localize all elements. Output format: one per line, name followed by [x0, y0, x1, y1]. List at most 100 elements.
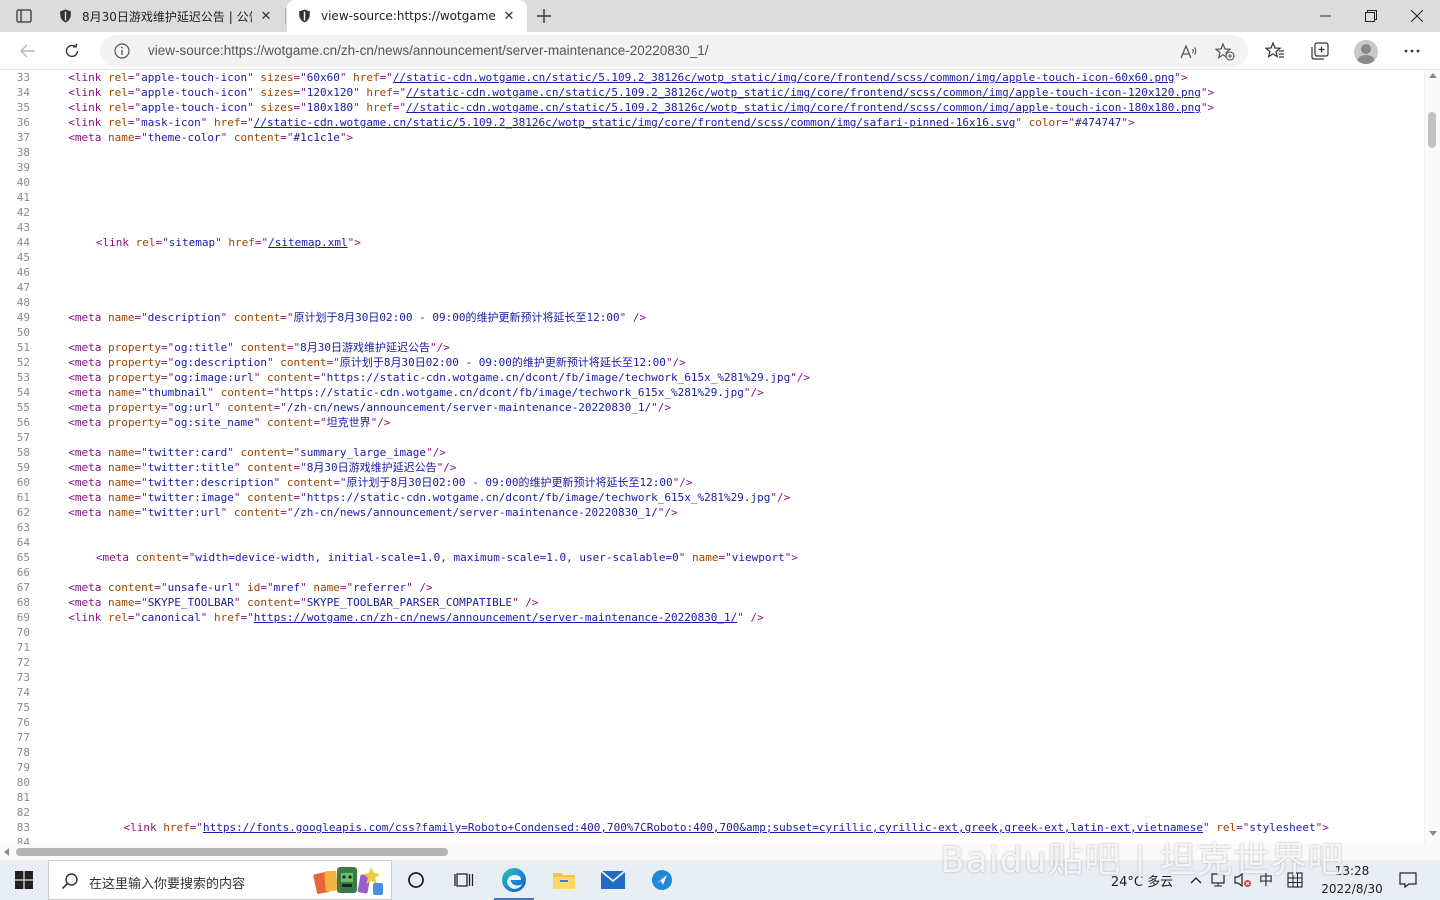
tag-token: "	[1203, 821, 1217, 834]
new-tab-icon[interactable]	[531, 4, 557, 28]
attr-name-token: content	[247, 491, 294, 504]
attr-name-token: rel	[1216, 821, 1237, 834]
scroll-left-icon[interactable]	[4, 848, 9, 856]
line-number: 39	[16, 161, 30, 174]
tag-token: "	[227, 446, 241, 459]
tag-token: "	[233, 581, 248, 594]
taskbar-search[interactable]: 在这里输入你要搜索的内容	[48, 860, 392, 900]
source-line: 45	[0, 250, 1424, 265]
feishu-icon[interactable]	[638, 860, 686, 900]
tag-token: ">	[1315, 821, 1329, 834]
source-link[interactable]: https://wotgame.cn/zh-cn/news/announceme…	[254, 611, 737, 624]
file-explorer-icon[interactable]	[540, 860, 588, 900]
attr-name-token: content	[267, 371, 314, 384]
source-line: 77	[0, 730, 1424, 745]
source-line: 62 <meta name="twitter:url" content="/zh-…	[0, 505, 1424, 520]
show-hidden-icons-icon[interactable]	[1186, 860, 1206, 900]
source-link[interactable]: //static-cdn.wotgame.cn/static/5.109.2_3…	[254, 116, 1016, 129]
tag-token: ="	[134, 461, 148, 474]
refresh-icon[interactable]	[56, 35, 88, 67]
tag-token: "/>	[370, 416, 391, 429]
ime-mode-icon[interactable]	[1284, 860, 1306, 900]
scroll-thumb[interactable]	[1428, 112, 1436, 148]
attr-name-token: href	[163, 821, 190, 834]
tag-token: "/>	[672, 476, 693, 489]
attr-name-token: href	[353, 71, 380, 84]
info-icon[interactable]	[114, 43, 130, 59]
windows-start-icon[interactable]	[0, 860, 48, 900]
ime-indicator[interactable]: 中	[1256, 860, 1276, 900]
source-link[interactable]: /sitemap.xml	[268, 236, 347, 249]
source-line: 69 <link rel="canonical" href="https://wo…	[0, 610, 1424, 625]
tag-token: ="	[161, 341, 175, 354]
attr-name-token: sizes	[260, 86, 294, 99]
attr-name-token: rel	[108, 611, 128, 624]
attr-name-token: name	[108, 131, 135, 144]
task-view-icon[interactable]	[440, 860, 488, 900]
attr-value-token: thumbnail	[147, 386, 208, 399]
favorites-icon[interactable]	[1259, 35, 1291, 67]
line-number: 42	[16, 206, 30, 219]
source-code: <link rel="apple-touch-icon" sizes="180x…	[68, 100, 1214, 115]
source-link[interactable]: //static-cdn.wotgame.cn/static/5.109.2_3…	[406, 86, 1201, 99]
source-link[interactable]: //static-cdn.wotgame.cn/static/5.109.2_3…	[393, 71, 1174, 84]
line-number: 79	[16, 761, 30, 774]
line-number: 61	[16, 491, 30, 504]
add-favorite-icon[interactable]	[1214, 41, 1236, 63]
source-link[interactable]: //static-cdn.wotgame.cn/static/5.109.2_3…	[406, 101, 1201, 114]
minimize-icon[interactable]	[1302, 0, 1348, 32]
tab-actions-icon[interactable]	[6, 4, 42, 28]
scroll-up-icon[interactable]	[1429, 73, 1437, 78]
source-line: 39	[0, 160, 1424, 175]
read-aloud-icon[interactable]	[1178, 41, 1200, 63]
more-icon[interactable]	[1396, 35, 1428, 67]
tab-announcement[interactable]: 8月30日游戏维护延迟公告 | 公告 ✕	[48, 0, 286, 32]
line-number: 75	[16, 701, 30, 714]
network-icon[interactable]	[1208, 860, 1230, 900]
notifications-icon[interactable]	[1394, 860, 1422, 900]
edge-icon[interactable]	[490, 860, 538, 900]
back-icon[interactable]	[12, 35, 44, 67]
line-number: 71	[16, 641, 30, 654]
attr-value-token: apple-touch-icon	[141, 71, 248, 84]
attr-name-token: rel	[108, 116, 128, 129]
source-line: 81	[0, 790, 1424, 805]
mail-icon[interactable]	[589, 860, 637, 900]
scroll-thumb[interactable]	[16, 848, 448, 856]
source-line: 75	[0, 700, 1424, 715]
line-number: 48	[16, 296, 30, 309]
tag-token: ="	[379, 71, 393, 84]
cortana-icon[interactable]	[392, 860, 440, 900]
tag-token: ="	[134, 131, 148, 144]
close-tab-icon[interactable]: ✕	[258, 8, 274, 24]
attr-name-token: content	[267, 416, 314, 429]
address-bar[interactable]: view-source:https://wotgame.cn/zh-cn/new…	[100, 35, 1248, 67]
line-number: 37	[16, 131, 30, 144]
tab-view-source[interactable]: view-source:https://wotgame.cn ✕	[287, 0, 527, 32]
source-line: 46	[0, 265, 1424, 280]
line-number: 33	[16, 71, 30, 84]
tag-token: "	[227, 341, 241, 354]
attr-value-token: og:site_name	[174, 416, 254, 429]
profile-avatar[interactable]	[1354, 40, 1378, 64]
attr-value-token: #1c1c1e	[293, 131, 340, 144]
scroll-down-icon[interactable]	[1429, 831, 1437, 836]
attr-name-token: property	[108, 401, 162, 414]
tag-token: "/>	[790, 371, 811, 384]
source-link[interactable]: https://fonts.googleapis.com/css?family=…	[203, 821, 1203, 834]
line-number: 55	[16, 401, 30, 414]
attr-value-token: 8月30日游戏维护延迟公告	[306, 461, 437, 474]
close-tab-icon[interactable]: ✕	[501, 8, 517, 24]
maximize-icon[interactable]	[1348, 0, 1394, 32]
horizontal-scrollbar[interactable]	[0, 844, 1436, 860]
volume-muted-icon[interactable]	[1232, 860, 1254, 900]
tag-token: <link	[68, 611, 109, 624]
system-clock[interactable]: 13:28 2022/8/30	[1314, 862, 1390, 898]
source-line: 71	[0, 640, 1424, 655]
weather-status[interactable]: 24°C 多云	[1104, 860, 1180, 900]
vertical-scrollbar[interactable]	[1424, 70, 1440, 844]
collections-icon[interactable]	[1304, 35, 1336, 67]
clock-date: 2022/8/30	[1321, 882, 1383, 896]
close-icon[interactable]	[1394, 0, 1440, 32]
tag-token: "	[353, 101, 367, 114]
